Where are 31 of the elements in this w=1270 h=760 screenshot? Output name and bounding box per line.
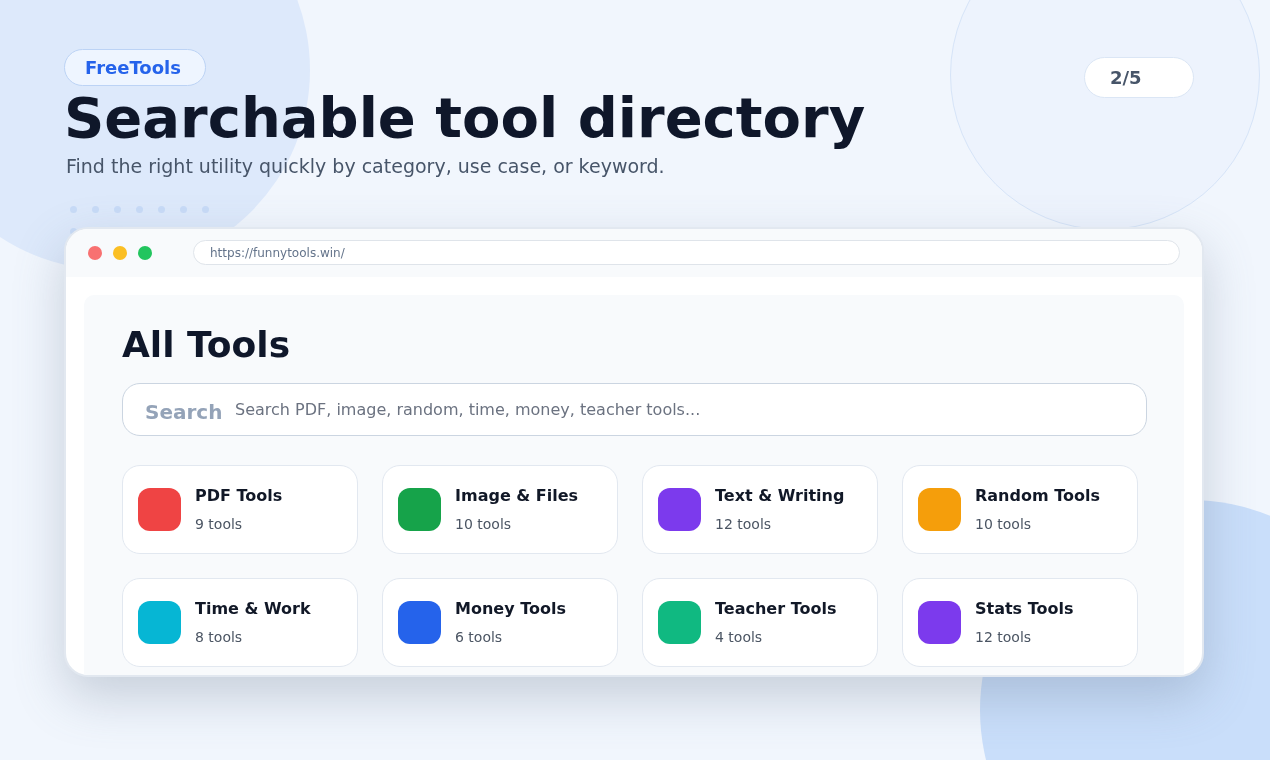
search-label: Search [145,398,223,426]
subtitle: Find the right utility quickly by category, use case, or keyword. [66,154,665,179]
tool-count: 12 tools [715,514,773,534]
category-card[interactable]: Time & Work 8 tools [122,577,358,667]
category-name: Time & Work [195,597,311,620]
category-name: Teacher Tools [715,597,837,620]
category-name: Stats Tools [975,597,1074,620]
category-card[interactable]: Text & Writing 12 tools [642,464,878,554]
page-indicator: 2/5 [1084,57,1194,98]
category-name: Money Tools [455,597,566,620]
tool-count: 4 tools [715,627,764,647]
tool-count: 9 tools [195,514,244,534]
category-name: Image & Files [455,484,579,507]
category-card[interactable]: Money Tools 6 tools [382,577,618,667]
category-card[interactable]: Random Tools 10 tools [902,464,1138,554]
category-card[interactable]: PDF Tools 9 tools [122,464,358,554]
category-card[interactable]: Stats Tools 12 tools [902,577,1138,667]
category-card[interactable]: Image & Files 10 tools [382,464,618,554]
category-name: Random Tools [975,484,1100,507]
category-name: PDF Tools [195,484,283,507]
tool-count: 10 tools [455,514,513,534]
tool-count: 8 tools [195,627,244,647]
tool-count: 6 tools [455,627,504,647]
tool-count: 12 tools [975,627,1033,647]
tool-count: 10 tools [975,514,1033,534]
address-bar[interactable]: https://funnytools.win/ [193,240,1180,265]
headline: Searchable tool directory [64,86,866,150]
page-heading: All Tools [122,324,292,365]
category-card[interactable]: Teacher Tools 4 tools [642,577,878,667]
category-name: Text & Writing [715,484,845,507]
brand-badge: FreeTools [64,49,206,86]
